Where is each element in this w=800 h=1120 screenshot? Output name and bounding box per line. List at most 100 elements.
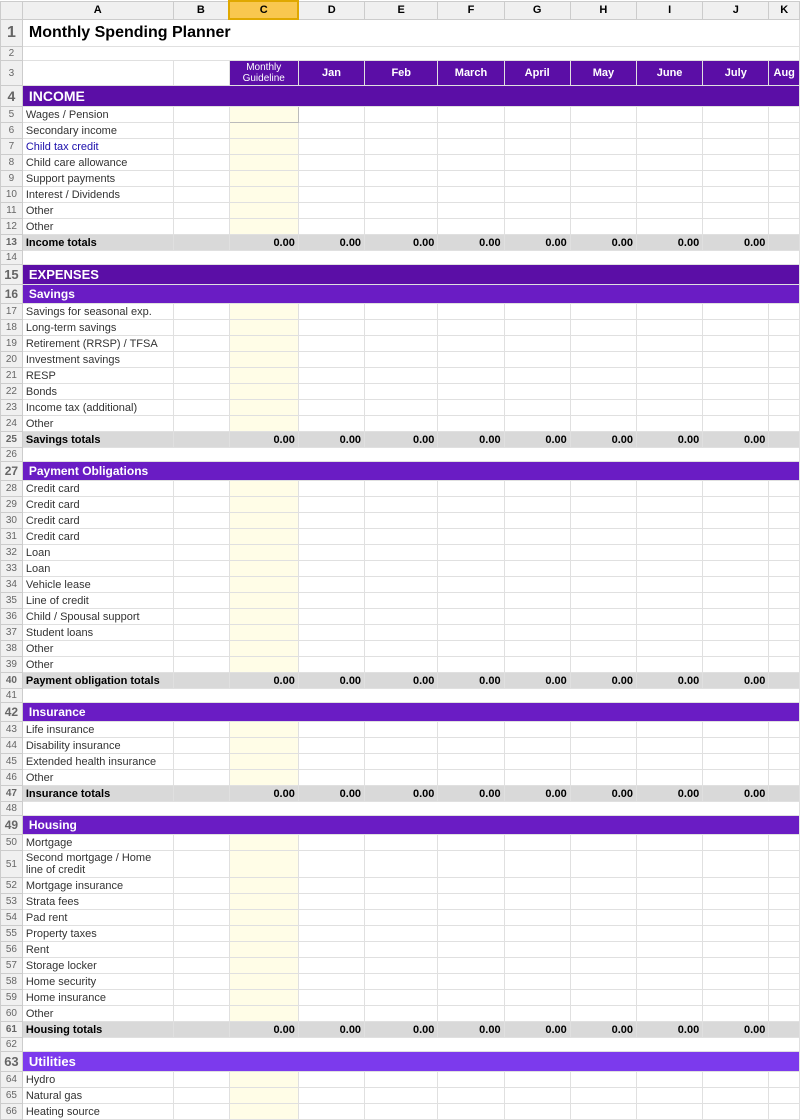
cell-k5[interactable] bbox=[769, 107, 800, 123]
income-section-header-row: 4 INCOME bbox=[1, 86, 800, 107]
housing-section-header-row: 49 Housing bbox=[1, 816, 800, 835]
corner-cell bbox=[1, 1, 23, 19]
row-insurance-other: 46 Other bbox=[1, 770, 800, 786]
cell-f5[interactable] bbox=[438, 107, 504, 123]
cell-g5[interactable] bbox=[504, 107, 570, 123]
cell-i5[interactable] bbox=[637, 107, 703, 123]
row-investment-savings: 20 Investment savings bbox=[1, 352, 800, 368]
expenses-header: EXPENSES bbox=[22, 265, 799, 285]
income-total-i: 0.00 bbox=[637, 235, 703, 251]
row-support-payments: 9 Support payments bbox=[1, 171, 800, 187]
row-41: 41 bbox=[1, 689, 800, 703]
col-header-b: B bbox=[173, 1, 229, 19]
row-14: 14 bbox=[1, 251, 800, 265]
income-total-j: 0.00 bbox=[703, 235, 769, 251]
col-header-j: J bbox=[703, 1, 769, 19]
cell-c5[interactable] bbox=[229, 107, 298, 123]
label-secondary-income: Secondary income bbox=[22, 123, 173, 139]
row-resp: 21 RESP bbox=[1, 368, 800, 384]
savings-total-label: Savings totals bbox=[22, 432, 173, 448]
label-savings-seasonal: Savings for seasonal exp. bbox=[22, 304, 173, 320]
row-child-care-allowance: 8 Child care allowance bbox=[1, 155, 800, 171]
row-mortgage: 50 Mortgage bbox=[1, 835, 800, 851]
row-credit-card-2: 29 Credit card bbox=[1, 497, 800, 513]
label-long-term-savings: Long-term savings bbox=[22, 320, 173, 336]
row-48: 48 bbox=[1, 802, 800, 816]
row-savings-seasonal: 17 Savings for seasonal exp. bbox=[1, 304, 800, 320]
row-loan-2: 33 Loan bbox=[1, 561, 800, 577]
row-payment-other-1: 38 Other bbox=[1, 641, 800, 657]
monthly-guideline-header: MonthlyGuideline bbox=[229, 61, 298, 86]
row-rent: 56 Rent bbox=[1, 942, 800, 958]
income-total-e: 0.00 bbox=[365, 235, 438, 251]
row-strata-fees: 53 Strata fees bbox=[1, 894, 800, 910]
col-header-c: C bbox=[229, 1, 298, 19]
row-disability-insurance: 44 Disability insurance bbox=[1, 738, 800, 754]
payment-obligations-section-header-row: 27 Payment Obligations bbox=[1, 462, 800, 481]
row-credit-card-1: 28 Credit card bbox=[1, 481, 800, 497]
row-secondary-income: 6 Secondary income bbox=[1, 123, 800, 139]
cell-j5[interactable] bbox=[703, 107, 769, 123]
housing-totals-row: 61 Housing totals 0.00 0.00 0.00 0.00 0.… bbox=[1, 1022, 800, 1038]
month-july: July bbox=[703, 61, 769, 86]
row-pad-rent: 54 Pad rent bbox=[1, 910, 800, 926]
month-jan: Jan bbox=[298, 61, 364, 86]
label-resp: RESP bbox=[22, 368, 173, 384]
row-child-spousal-support: 36 Child / Spousal support bbox=[1, 609, 800, 625]
row-interest-dividends: 10 Interest / Dividends bbox=[1, 187, 800, 203]
row-26: 26 bbox=[1, 448, 800, 462]
insurance-header: Insurance bbox=[22, 703, 799, 722]
insurance-section-header-row: 42 Insurance bbox=[1, 703, 800, 722]
row-heating-source: 66 Heating source bbox=[1, 1104, 800, 1120]
expenses-section-header-row: 15 EXPENSES bbox=[1, 265, 800, 285]
payment-obligations-header: Payment Obligations bbox=[22, 462, 799, 481]
label-investment-savings: Investment savings bbox=[22, 352, 173, 368]
income-total-c: 0.00 bbox=[229, 235, 298, 251]
row-natural-gas: 65 Natural gas bbox=[1, 1088, 800, 1104]
cell-b5[interactable] bbox=[173, 107, 229, 123]
row-retirement: 19 Retirement (RRSP) / TFSA bbox=[1, 336, 800, 352]
row-second-mortgage: 51 Second mortgage / Home line of credit bbox=[1, 851, 800, 878]
income-total-h: 0.00 bbox=[570, 235, 636, 251]
income-total-g: 0.00 bbox=[504, 235, 570, 251]
month-april: April bbox=[504, 61, 570, 86]
cell-h5[interactable] bbox=[570, 107, 636, 123]
row-income-other-1: 11 Other bbox=[1, 203, 800, 219]
row-line-of-credit: 35 Line of credit bbox=[1, 593, 800, 609]
col-header-e: E bbox=[365, 1, 438, 19]
row-life-insurance: 43 Life insurance bbox=[1, 722, 800, 738]
row-credit-card-4: 31 Credit card bbox=[1, 529, 800, 545]
income-total-d: 0.00 bbox=[298, 235, 364, 251]
payment-total-label: Payment obligation totals bbox=[22, 673, 173, 689]
row-child-tax-credit: 7 Child tax credit bbox=[1, 139, 800, 155]
month-june: June bbox=[637, 61, 703, 86]
label-interest-dividends: Interest / Dividends bbox=[22, 187, 173, 203]
label-wages: Wages / Pension bbox=[22, 107, 173, 123]
row-home-security: 58 Home security bbox=[1, 974, 800, 990]
title-row: 1 Monthly Spending Planner bbox=[1, 19, 800, 47]
income-totals-row: 13 Income totals 0.00 0.00 0.00 0.00 0.0… bbox=[1, 235, 800, 251]
row-62: 62 bbox=[1, 1038, 800, 1052]
income-header: INCOME bbox=[22, 86, 799, 107]
row-bonds: 22 Bonds bbox=[1, 384, 800, 400]
row-student-loans: 37 Student loans bbox=[1, 625, 800, 641]
cell-d5[interactable] bbox=[298, 107, 364, 123]
month-feb: Feb bbox=[365, 61, 438, 86]
cell-e5[interactable] bbox=[365, 107, 438, 123]
row-mortgage-insurance: 52 Mortgage insurance bbox=[1, 878, 800, 894]
row-storage-locker: 57 Storage locker bbox=[1, 958, 800, 974]
label-child-care-allowance: Child care allowance bbox=[22, 155, 173, 171]
col-header-i: I bbox=[637, 1, 703, 19]
row-long-term-savings: 18 Long-term savings bbox=[1, 320, 800, 336]
row-property-taxes: 55 Property taxes bbox=[1, 926, 800, 942]
col-header-k: K bbox=[769, 1, 800, 19]
row-vehicle-lease: 34 Vehicle lease bbox=[1, 577, 800, 593]
row-credit-card-3: 30 Credit card bbox=[1, 513, 800, 529]
label-income-tax: Income tax (additional) bbox=[22, 400, 173, 416]
row-housing-other: 60 Other bbox=[1, 1006, 800, 1022]
col-header-d: D bbox=[298, 1, 364, 19]
row-extended-health-insurance: 45 Extended health insurance bbox=[1, 754, 800, 770]
payment-totals-row: 40 Payment obligation totals 0.00 0.00 0… bbox=[1, 673, 800, 689]
row-payment-other-2: 39 Other bbox=[1, 657, 800, 673]
month-may: May bbox=[570, 61, 636, 86]
